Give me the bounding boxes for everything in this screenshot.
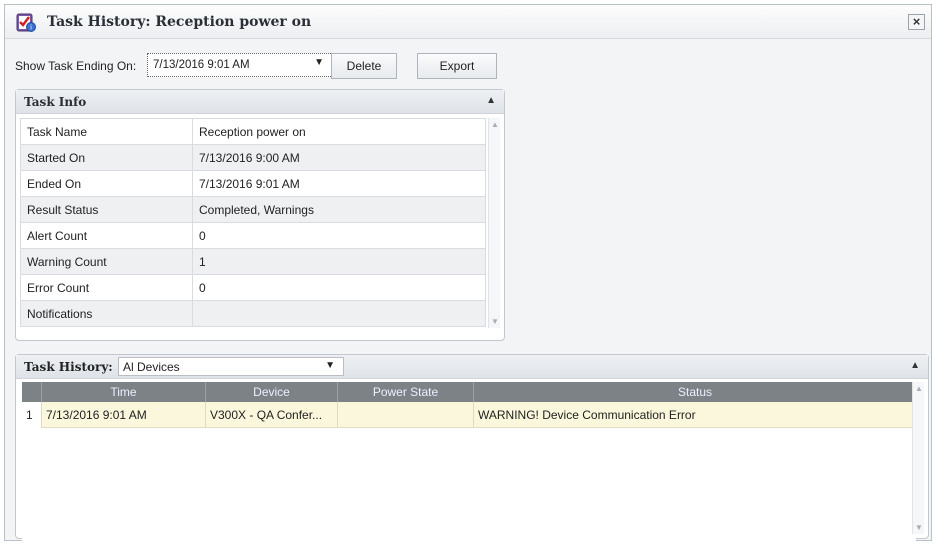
- table-row[interactable]: 1 7/13/2016 9:01 AM V300X - QA Confer...…: [22, 402, 916, 428]
- task-history-panel: Task History: Al Devices ▼ ▲ Time Device…: [15, 354, 929, 542]
- info-key: Started On: [20, 144, 193, 171]
- info-key: Alert Count: [20, 222, 193, 249]
- info-row: Alert Count 0: [20, 222, 486, 249]
- info-value: 0: [192, 274, 486, 301]
- info-row: Task Name Reception power on: [20, 118, 486, 145]
- task-checklist-icon: i: [16, 13, 36, 32]
- task-ending-date-value: 7/13/2016 9:01 AM: [153, 59, 250, 71]
- info-value: 7/13/2016 9:01 AM: [192, 170, 486, 197]
- column-header-status[interactable]: Status: [474, 382, 916, 402]
- task-history-scrollbar[interactable]: ▲ ▼: [912, 382, 924, 534]
- scroll-up-icon[interactable]: ▲: [491, 120, 499, 129]
- column-header-device[interactable]: Device: [206, 382, 338, 402]
- info-row: Warning Count 1: [20, 248, 486, 275]
- info-key: Task Name: [20, 118, 193, 145]
- task-info-scrollbar[interactable]: ▲ ▼: [488, 118, 500, 328]
- show-task-ending-label: Show Task Ending On:: [15, 59, 137, 73]
- task-info-table: Task Name Reception power on Started On 7/…: [20, 118, 486, 327]
- info-value: Reception power on: [192, 118, 486, 145]
- task-info-header[interactable]: Task Info ▲: [16, 90, 504, 114]
- chevron-down-icon: ▼: [325, 360, 335, 371]
- row-number-header: [22, 382, 42, 402]
- info-key: Error Count: [20, 274, 193, 301]
- chevron-down-icon: ▼: [314, 57, 324, 68]
- info-key: Warning Count: [20, 248, 193, 275]
- collapse-up-icon[interactable]: ▲: [486, 95, 496, 106]
- info-row: Error Count 0: [20, 274, 486, 301]
- row-number: 1: [22, 402, 42, 428]
- export-button[interactable]: Export: [417, 53, 497, 79]
- window-title: Task History: Reception power on: [47, 14, 312, 30]
- info-key: Result Status: [20, 196, 193, 223]
- cell-power-state: [338, 402, 474, 428]
- toolbar: Show Task Ending On: 7/13/2016 9:01 AM ▼…: [15, 53, 615, 79]
- info-value: 1: [192, 248, 486, 275]
- task-history-header: Task History: Al Devices ▼ ▲: [16, 355, 928, 379]
- task-info-title: Task Info: [24, 95, 87, 109]
- scroll-up-icon[interactable]: ▲: [915, 384, 923, 393]
- column-header-power-state[interactable]: Power State: [338, 382, 474, 402]
- info-value: Completed, Warnings: [192, 196, 486, 223]
- info-row: Result Status Completed, Warnings: [20, 196, 486, 223]
- task-history-label: Task History:: [24, 360, 113, 374]
- info-row: Notifications: [20, 300, 486, 327]
- info-row: Started On 7/13/2016 9:00 AM: [20, 144, 486, 171]
- device-filter-value: Al Devices: [123, 360, 180, 374]
- scroll-down-icon[interactable]: ▼: [491, 317, 499, 326]
- scroll-down-icon[interactable]: ▼: [915, 523, 923, 532]
- info-row: Ended On 7/13/2016 9:01 AM: [20, 170, 486, 197]
- task-ending-date-select[interactable]: 7/13/2016 9:01 AM ▼: [147, 53, 333, 77]
- grid-header: Time Device Power State Status: [22, 382, 916, 402]
- device-filter-select[interactable]: Al Devices ▼: [118, 357, 344, 376]
- cell-status: WARNING! Device Communication Error: [478, 408, 696, 422]
- task-info-panel: Task Info ▲ Task Name Reception power on …: [15, 89, 505, 341]
- info-key: Ended On: [20, 170, 193, 197]
- info-value: 0: [192, 222, 486, 249]
- column-header-time[interactable]: Time: [42, 382, 206, 402]
- collapse-up-icon[interactable]: ▲: [910, 360, 920, 371]
- info-value: 7/13/2016 9:00 AM: [192, 144, 486, 171]
- info-value: [192, 300, 486, 327]
- info-key: Notifications: [20, 300, 193, 327]
- delete-button[interactable]: Delete: [331, 53, 397, 79]
- cell-time: 7/13/2016 9:01 AM: [42, 402, 206, 428]
- title-bar: i Task History: Reception power on ×: [5, 5, 931, 39]
- close-button[interactable]: ×: [908, 14, 925, 30]
- task-history-window: i Task History: Reception power on × Sho…: [4, 4, 932, 542]
- cell-device: V300X - QA Confer...: [206, 402, 338, 428]
